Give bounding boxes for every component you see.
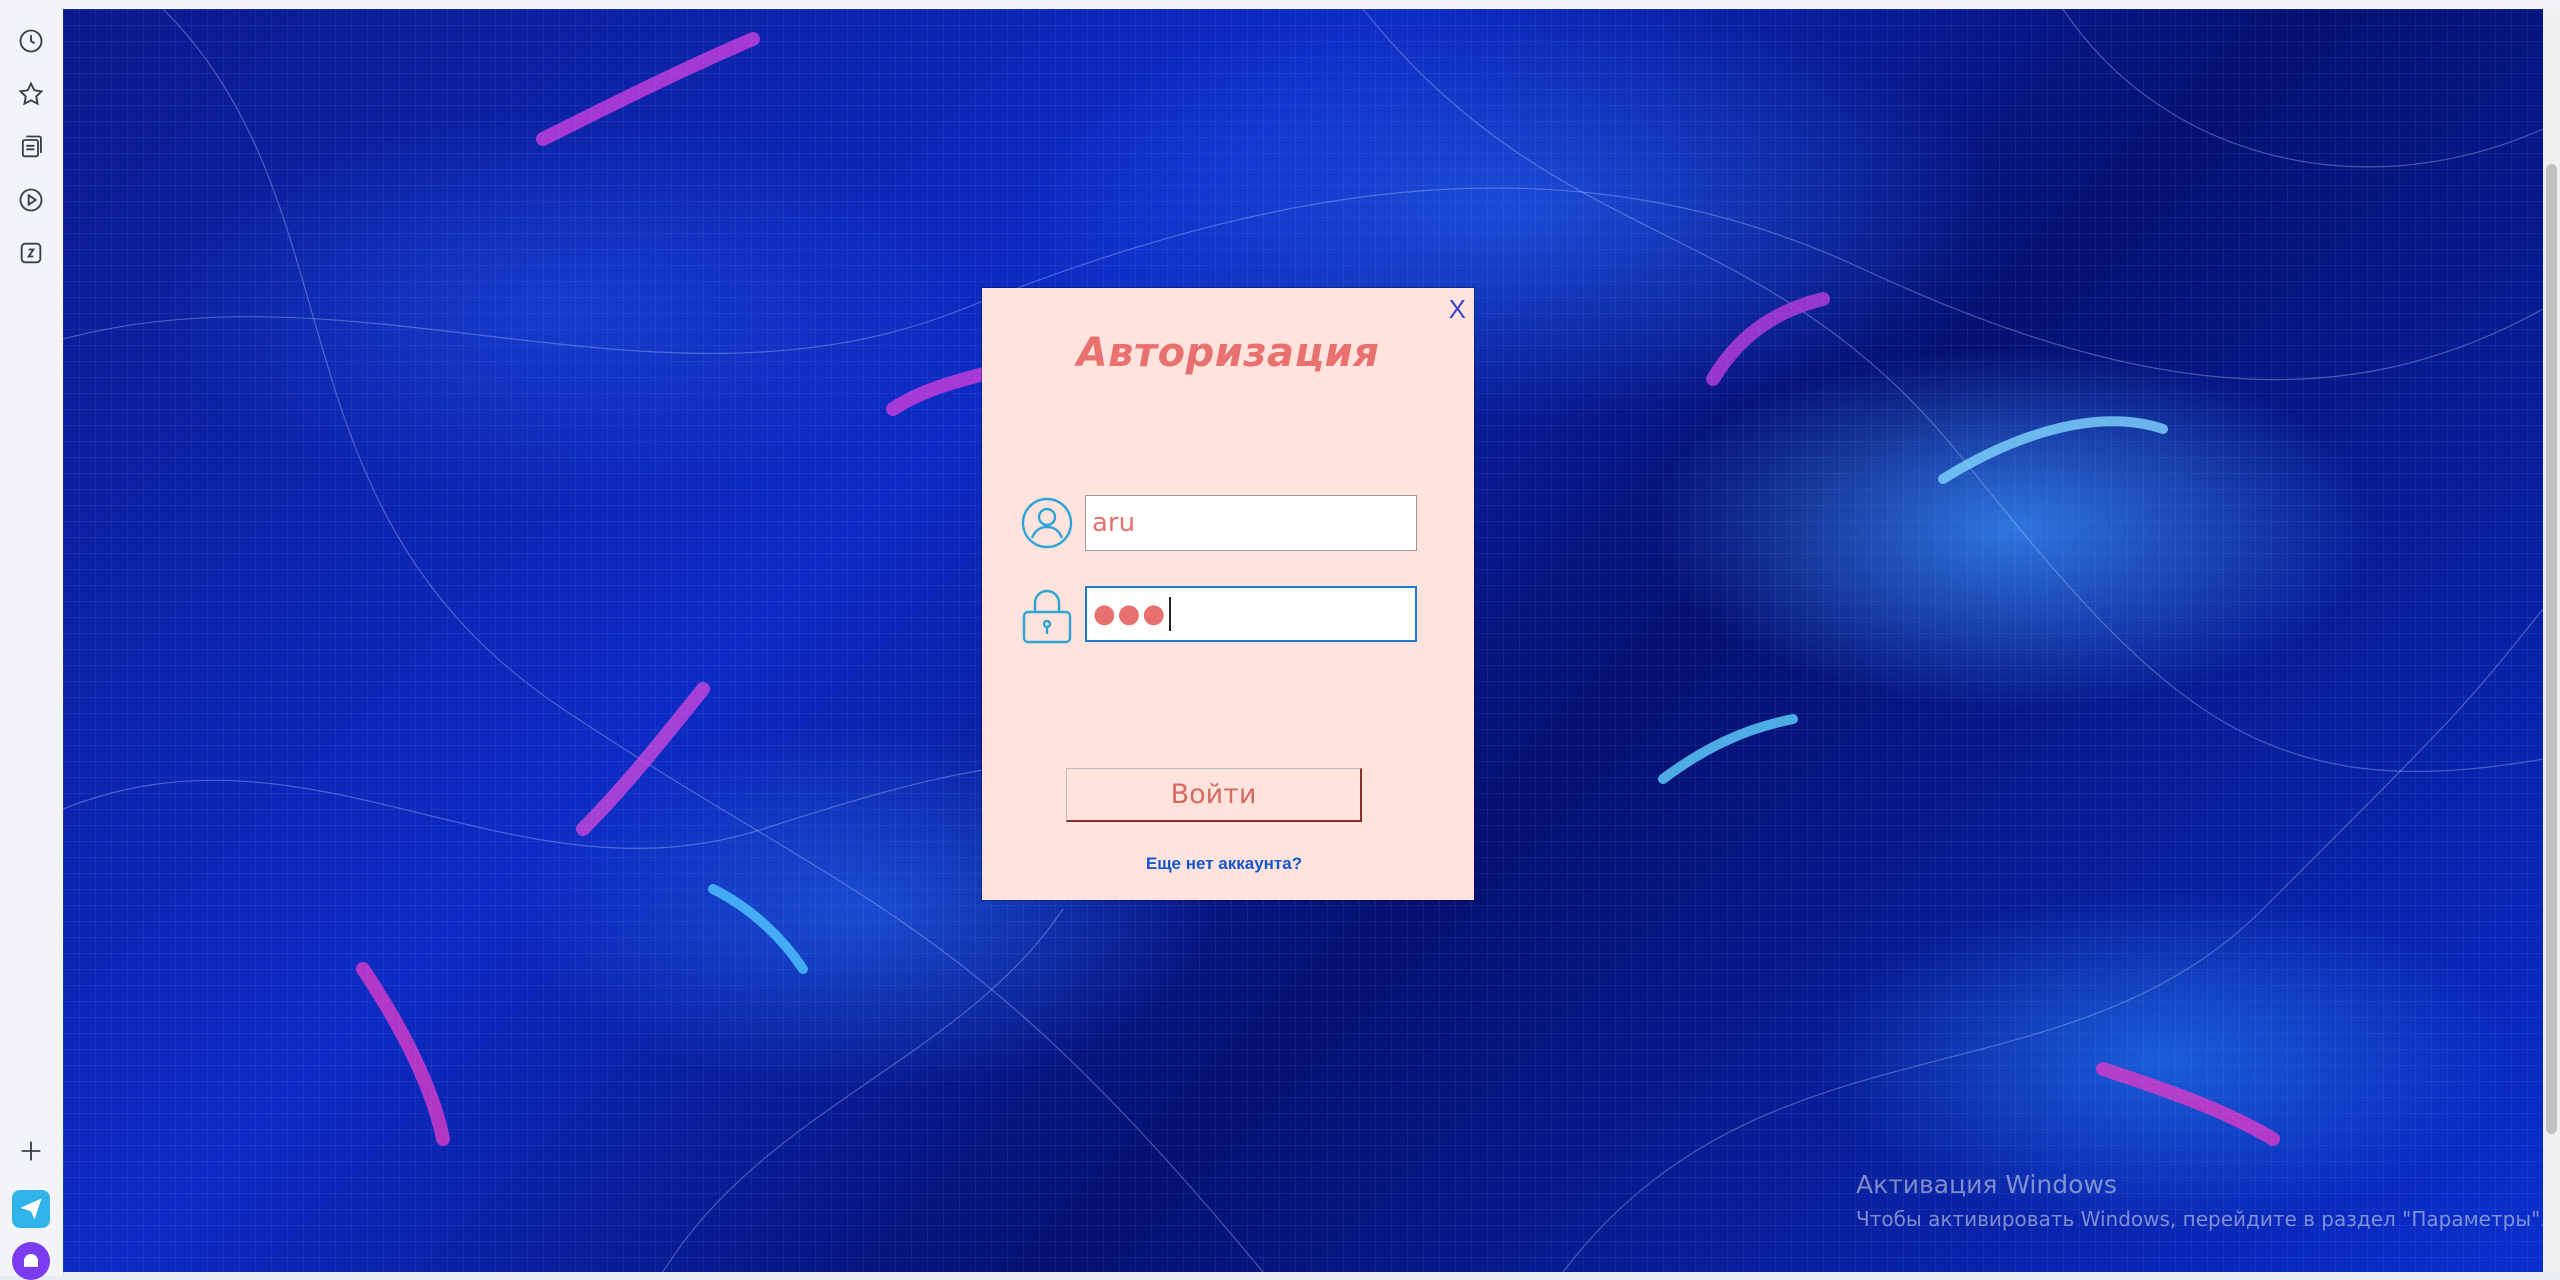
add-icon[interactable]: [16, 1136, 46, 1166]
text-caret: [1169, 597, 1172, 631]
password-input[interactable]: ●●●: [1085, 586, 1417, 642]
collections-icon[interactable]: [16, 132, 46, 162]
zen-icon[interactable]: [16, 238, 46, 268]
username-value: aru: [1092, 508, 1136, 538]
login-dialog: X Авторизация aru ●●● Войти Еще нет акка…: [982, 288, 1474, 900]
close-button[interactable]: X: [1449, 294, 1466, 325]
browser-sidebar: [0, 0, 64, 1280]
register-link[interactable]: Еще нет аккаунта?: [982, 854, 1466, 874]
page-scrollbar[interactable]: [2543, 9, 2560, 1272]
dialog-title: Авторизация: [1076, 330, 1380, 376]
password-mask: ●●●: [1093, 599, 1168, 629]
watermark-title: Активация Windows: [1856, 1170, 2117, 1199]
lock-icon: [1020, 586, 1074, 644]
play-video-icon[interactable]: [16, 185, 46, 215]
watermark-subtitle: Чтобы активировать Windows, перейдите в …: [1856, 1207, 2547, 1231]
browser-top-strip: [63, 0, 2560, 9]
username-input[interactable]: aru: [1085, 495, 1417, 551]
bookmarks-star-icon[interactable]: [16, 79, 46, 109]
history-icon[interactable]: [16, 26, 46, 56]
windows-activation-watermark: Активация Windows Чтобы активировать Win…: [1856, 1170, 2547, 1231]
login-button[interactable]: Войти: [1066, 768, 1362, 822]
send-app-icon[interactable]: [12, 1190, 50, 1228]
alice-app-icon[interactable]: [12, 1242, 50, 1280]
user-icon: [1020, 496, 1074, 550]
scrollbar-thumb[interactable]: [2546, 164, 2557, 1134]
